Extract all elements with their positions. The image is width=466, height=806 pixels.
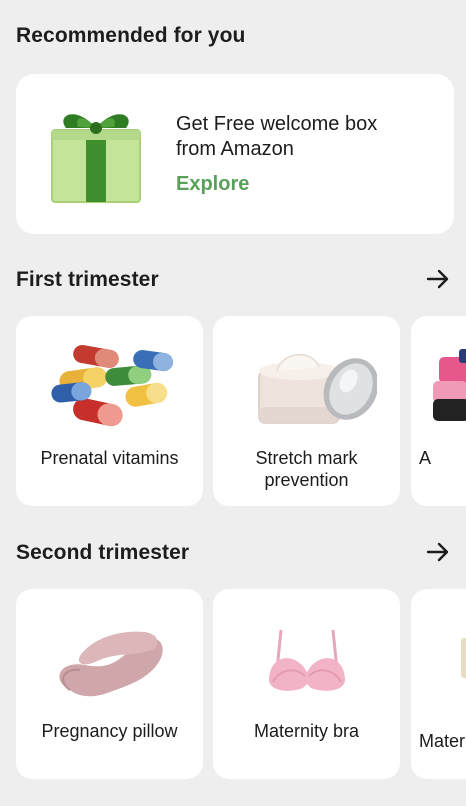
recommended-heading: Recommended for you [16,24,246,47]
welcome-box-promo-card[interactable]: Get Free welcome box from Amazon Explore [16,74,454,234]
pink-device-icon [411,332,466,442]
card-pregnancy-pillow[interactable]: Pregnancy pillow [16,589,203,779]
card-label: Mater [419,731,466,751]
second-trimester-arrow-icon[interactable] [424,538,452,566]
card-stretch-mark-prevention[interactable]: Stretch mark prevention [213,316,400,506]
card-maternity-bra[interactable]: Maternity bra [213,589,400,779]
card-prenatal-vitamins[interactable]: Prenatal vitamins [16,316,203,506]
capsules-icon [16,332,203,442]
first-trimester-carousel[interactable]: Prenatal vitamins Stretch mark preventio… [0,316,466,508]
card-label: Stretch mark prevention [255,448,358,490]
card-label: Pregnancy pillow [41,721,178,741]
pregnancy-pillow-icon [16,605,203,715]
maternity-item-icon [411,605,466,715]
promo-title: Get Free welcome box from Amazon [176,113,378,160]
second-trimester-carousel[interactable]: Pregnancy pillow Maternity bra Mater [0,589,466,781]
first-trimester-heading: First trimester [16,268,159,291]
cream-jar-icon [213,332,400,442]
card-label: Prenatal vitamins [40,448,179,468]
card-partial-first[interactable]: A [411,316,466,506]
first-trimester-arrow-icon[interactable] [424,265,452,293]
explore-link[interactable]: Explore [176,173,249,196]
bra-icon [213,605,400,715]
card-partial-second[interactable]: Mater [411,589,466,779]
home-screen: Recommended for you Get Free welcome box… [0,0,466,806]
second-trimester-heading: Second trimester [16,541,190,564]
card-label: A [419,448,432,468]
gift-box-icon [46,100,146,206]
card-label: Maternity bra [253,721,360,741]
